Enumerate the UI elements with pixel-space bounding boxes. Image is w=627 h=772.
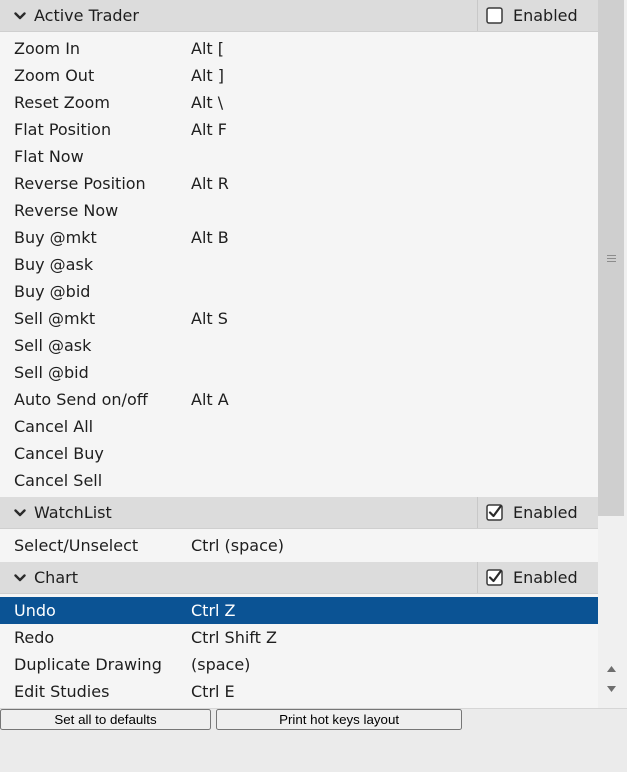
chevron-down-icon [14,11,26,19]
section-enabled-toggle[interactable]: Enabled [477,497,598,528]
hotkey-action-name: Sell @bid [14,363,89,382]
section-enabled-toggle[interactable]: Enabled [477,0,598,31]
hotkey-rows: Undo Ctrl Z Redo Ctrl Shift Z Duplicate Draw… [0,594,598,708]
hotkey-row[interactable]: Zoom Out Alt ] [0,62,598,89]
hotkey-row[interactable]: Sell @mkt Alt S [0,305,598,332]
hotkey-row[interactable]: Buy @ask [0,251,598,278]
hotkey-shortcut: Alt B [191,228,229,247]
section-toggle[interactable]: WatchList [0,497,477,528]
scrollbar-thumb[interactable] [598,0,624,516]
hotkey-action-name: Cancel All [14,417,94,436]
hotkey-action-name: Auto Send on/off [14,390,148,409]
section-title: Chart [34,568,78,587]
hotkey-row[interactable]: Sell @bid [0,359,598,386]
hotkey-row[interactable]: Auto Send on/off Alt A [0,386,598,413]
hotkey-rows: Zoom In Alt [ Zoom Out Alt ] Reset Zoom Alt \… [0,32,598,497]
section-title: Active Trader [34,6,139,25]
scroll-down-button[interactable] [598,680,624,698]
hotkey-row[interactable]: Edit Studies Ctrl E [0,678,598,705]
hotkey-row[interactable]: Undo Ctrl Z [0,597,598,624]
hotkey-row[interactable]: Flat Now [0,143,598,170]
print-hot-keys-layout-button[interactable]: Print hot keys layout [216,709,463,730]
arrow-down-icon [606,686,616,692]
hotkey-row[interactable]: Reset Zoom Alt \ [0,89,598,116]
enabled-label: Enabled [513,6,578,25]
checkbox-checked-icon[interactable] [486,569,503,586]
hotkey-row[interactable]: Cancel All [0,413,598,440]
hotkey-shortcut: Alt R [191,174,229,193]
hotkey-action-name: Redo [14,628,55,647]
section-header-watchlist: WatchList Enabled [0,497,598,529]
hotkey-row[interactable]: Select/Unselect Ctrl (space) [0,532,598,559]
hotkey-row[interactable]: Redo Ctrl Shift Z [0,624,598,651]
hotkey-row[interactable]: Cancel Buy [0,440,598,467]
section-header-active-trader: Active Trader Enabled [0,0,598,32]
enabled-label: Enabled [513,503,578,522]
hotkey-shortcut: Alt F [191,120,227,139]
hotkey-action-name: Flat Position [14,120,112,139]
section-toggle[interactable]: Active Trader [0,0,477,31]
checkbox-unchecked-icon[interactable] [486,7,503,24]
arrow-up-icon [606,666,616,672]
hotkey-action-name: Select/Unselect [14,536,139,555]
hotkey-row[interactable]: Reverse Position Alt R [0,170,598,197]
hotkey-shortcut: Ctrl E [191,682,235,701]
hotkey-action-name: Reverse Now [14,201,119,220]
vertical-scrollbar[interactable] [598,0,627,708]
hotkey-action-name: Sell @ask [14,336,92,355]
hotkey-rows: Select/Unselect Ctrl (space) [0,529,598,562]
hotkey-action-name: Flat Now [14,147,84,166]
hotkey-action-name: Cancel Buy [14,444,104,463]
set-all-defaults-button[interactable]: Set all to defaults [0,709,211,730]
hotkey-row[interactable]: Flat Position Alt F [0,116,598,143]
hotkey-action-name: Sell @mkt [14,309,96,328]
hotkey-action-name: Buy @ask [14,255,94,274]
hotkey-shortcut: Alt A [191,390,229,409]
chevron-down-icon [14,573,26,581]
hotkey-action-name: Cancel Sell [14,471,103,490]
hotkey-action-name: Buy @bid [14,282,91,301]
enabled-label: Enabled [513,568,578,587]
footer-bar: Set all to defaults Print hot keys layou… [0,708,627,772]
hotkey-row[interactable]: Buy @bid [0,278,598,305]
hotkey-action-name: Edit Studies [14,682,110,701]
hotkey-shortcut: Ctrl Z [191,601,236,620]
hotkey-shortcut: Ctrl Shift Z [191,628,277,647]
hotkey-action-name: Buy @mkt [14,228,97,247]
hotkey-action-name: Zoom In [14,39,81,58]
hotkey-shortcut: Alt \ [191,93,224,112]
hotkey-action-name: Undo [14,601,56,620]
hotkey-action-name: Zoom Out [14,66,95,85]
checkbox-checked-icon[interactable] [486,504,503,521]
hotkeys-list-content: Active Trader Enabled Zoom In Alt [ Zoom Out… [0,0,598,708]
hotkey-shortcut: Ctrl (space) [191,536,284,555]
hotkey-row[interactable]: Duplicate Drawing (space) [0,651,598,678]
hotkey-shortcut: (space) [191,655,251,674]
hotkeys-list[interactable]: Active Trader Enabled Zoom In Alt [ Zoom Out… [0,0,598,708]
hotkey-row[interactable]: Sell @ask [0,332,598,359]
section-title: WatchList [34,503,112,522]
hotkey-shortcut: Alt S [191,309,228,328]
section-header-chart: Chart Enabled [0,562,598,594]
section-enabled-toggle[interactable]: Enabled [477,562,598,593]
hotkey-row[interactable]: Cancel Sell [0,467,598,494]
hotkey-shortcut: Alt [ [191,39,224,58]
grip-icon [606,254,616,262]
section-toggle[interactable]: Chart [0,562,477,593]
hotkey-row[interactable]: Reverse Now [0,197,598,224]
hotkey-action-name: Duplicate Drawing [14,655,162,674]
hotkey-row[interactable]: Zoom In Alt [ [0,35,598,62]
hotkey-shortcut: Alt ] [191,66,224,85]
hotkey-action-name: Reset Zoom [14,93,110,112]
scroll-up-button[interactable] [598,660,624,678]
hotkey-row[interactable]: Buy @mkt Alt B [0,224,598,251]
chevron-down-icon [14,508,26,516]
hotkey-action-name: Reverse Position [14,174,146,193]
